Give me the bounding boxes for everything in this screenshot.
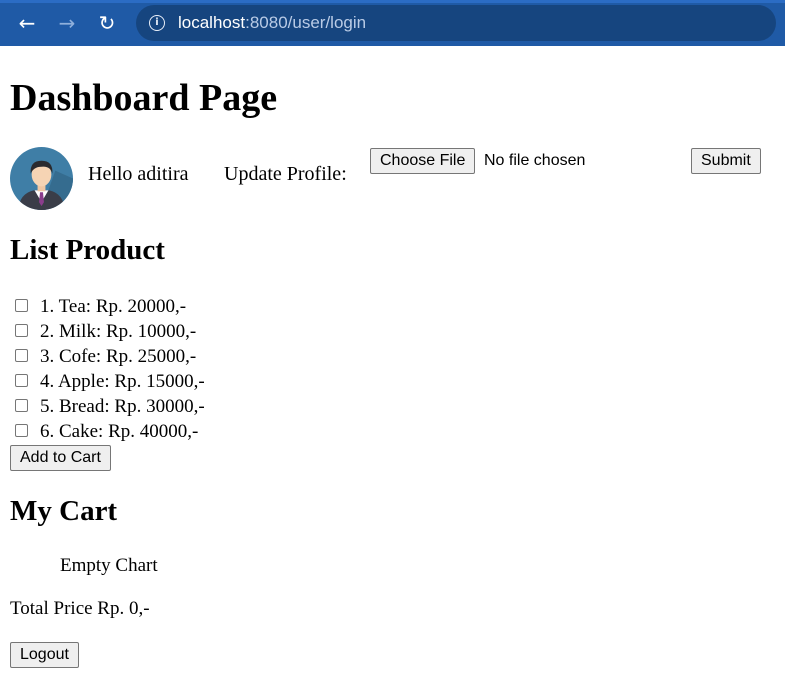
submit-button[interactable]: Submit bbox=[691, 148, 761, 174]
add-to-cart-button[interactable]: Add to Cart bbox=[10, 445, 111, 471]
toolbar-accent bbox=[0, 0, 785, 3]
product-checkbox[interactable] bbox=[15, 424, 28, 437]
reload-icon[interactable]: ↻ bbox=[95, 11, 119, 35]
url-text[interactable]: localhost:8080/user/login bbox=[178, 13, 366, 33]
greeting-text: Hello aditira bbox=[88, 163, 189, 185]
product-checkbox[interactable] bbox=[15, 349, 28, 362]
product-label: 2. Milk: Rp. 10000,- bbox=[40, 321, 197, 342]
my-cart-heading: My Cart bbox=[10, 495, 118, 527]
url-path: :8080/user/login bbox=[245, 13, 367, 32]
product-label: 1. Tea: Rp. 20000,- bbox=[40, 296, 187, 317]
browser-toolbar: ← → ↻ i localhost:8080/user/login bbox=[0, 0, 785, 46]
product-label: 5. Bread: Rp. 30000,- bbox=[40, 396, 205, 417]
update-profile-label: Update Profile: bbox=[224, 163, 347, 185]
product-label: 3. Cofe: Rp. 25000,- bbox=[40, 346, 197, 367]
product-checkbox[interactable] bbox=[15, 374, 28, 387]
file-status-text: No file chosen bbox=[484, 152, 586, 169]
product-checkbox[interactable] bbox=[15, 299, 28, 312]
logout-button[interactable]: Logout bbox=[10, 642, 79, 668]
product-checkbox[interactable] bbox=[15, 399, 28, 412]
forward-arrow-icon[interactable]: → bbox=[55, 11, 79, 35]
product-label: 4. Apple: Rp. 15000,- bbox=[40, 371, 205, 392]
address-bar[interactable]: i localhost:8080/user/login bbox=[136, 5, 776, 41]
list-product-heading: List Product bbox=[10, 234, 165, 266]
back-arrow-icon[interactable]: ← bbox=[15, 11, 39, 35]
total-price-text: Total Price Rp. 0,- bbox=[10, 598, 150, 619]
empty-cart-text: Empty Chart bbox=[60, 555, 158, 576]
choose-file-button[interactable]: Choose File bbox=[370, 148, 476, 174]
url-host: localhost bbox=[178, 13, 246, 32]
product-checkbox[interactable] bbox=[15, 324, 28, 337]
page-title: Dashboard Page bbox=[10, 77, 278, 119]
product-label: 6. Cake: Rp. 40000,- bbox=[40, 421, 199, 442]
avatar bbox=[10, 147, 73, 210]
info-icon[interactable]: i bbox=[149, 15, 165, 31]
